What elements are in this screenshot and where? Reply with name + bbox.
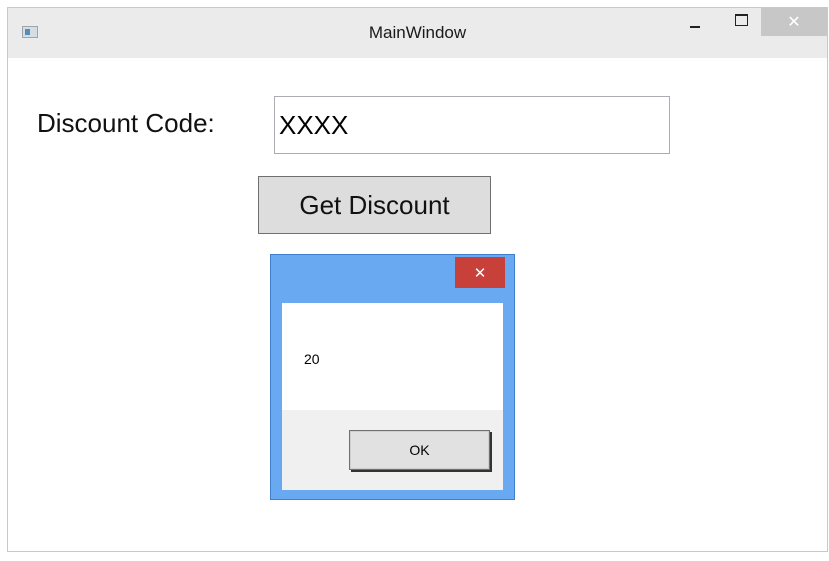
message-text: 20 bbox=[304, 351, 320, 367]
maximize-icon bbox=[734, 14, 748, 26]
ok-button[interactable]: OK bbox=[349, 430, 490, 470]
get-discount-button[interactable]: Get Discount bbox=[258, 176, 491, 234]
message-box-body: 20 OK bbox=[282, 303, 503, 490]
minimize-icon bbox=[690, 26, 700, 28]
close-button[interactable]: ✕ bbox=[761, 8, 827, 36]
maximize-button[interactable] bbox=[724, 8, 758, 36]
close-icon: ✕ bbox=[473, 263, 487, 282]
title-bar[interactable]: MainWindow ✕ bbox=[8, 8, 827, 58]
close-icon: ✕ bbox=[787, 11, 801, 31]
discount-code-label: Discount Code: bbox=[37, 108, 215, 138]
minimize-button[interactable] bbox=[678, 8, 712, 36]
message-box-footer: OK bbox=[282, 410, 503, 490]
message-box-dialog: ✕ 20 OK bbox=[270, 254, 515, 500]
message-box-close-button[interactable]: ✕ bbox=[455, 257, 505, 288]
discount-code-input[interactable] bbox=[274, 96, 670, 154]
